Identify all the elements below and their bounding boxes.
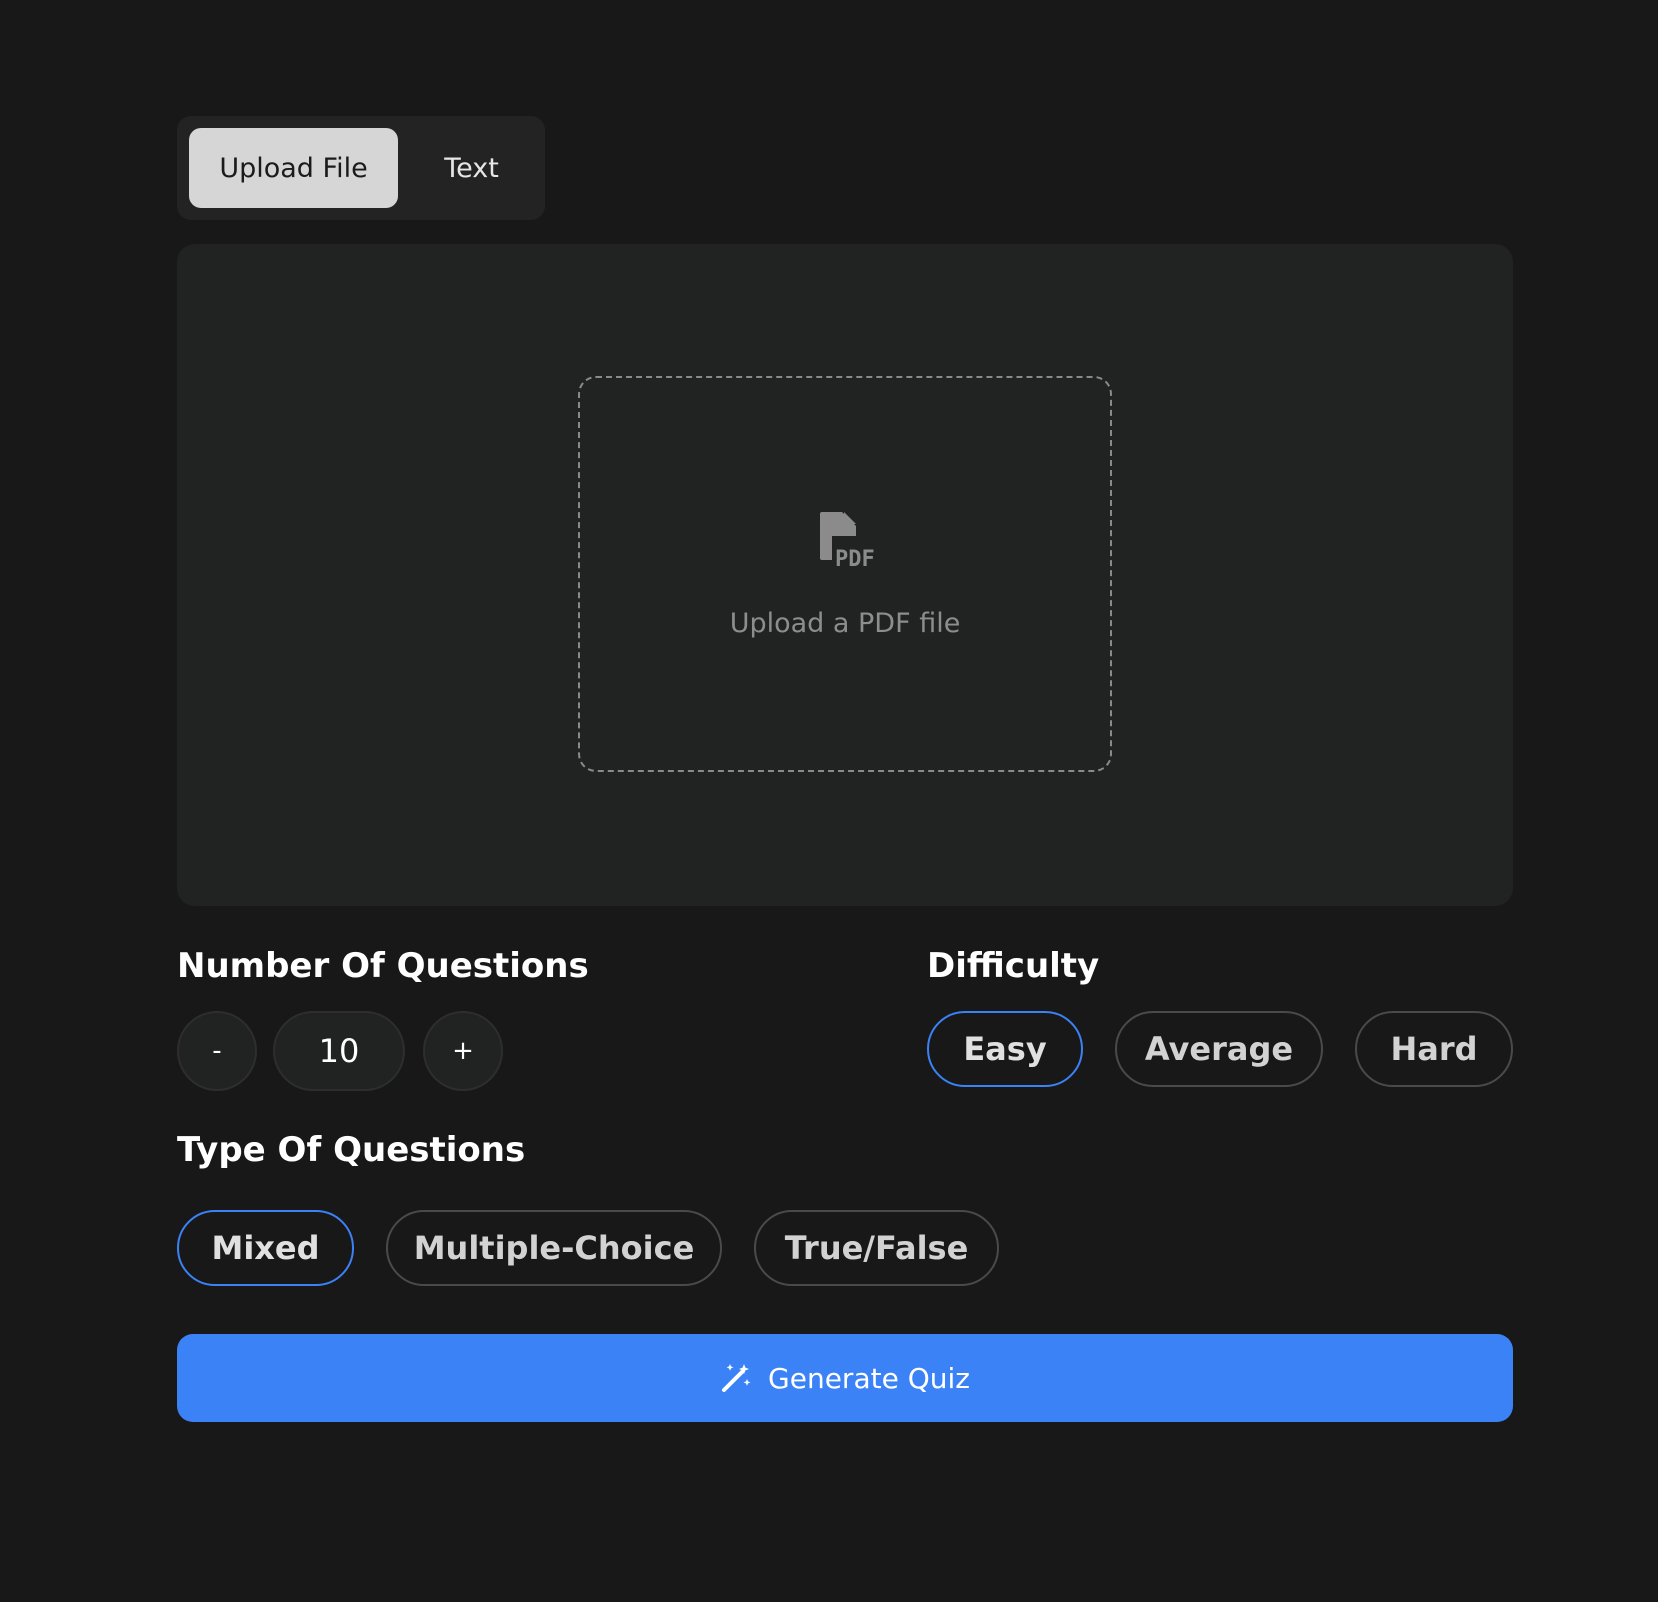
svg-text:PDF: PDF [835,547,875,572]
difficulty-easy-option[interactable]: Easy [927,1011,1083,1087]
type-multiple-choice-option[interactable]: Multiple-Choice [386,1210,722,1286]
question-count-input[interactable]: 10 [273,1011,405,1091]
tab-upload-file[interactable]: Upload File [189,128,398,208]
decrement-button[interactable]: - [177,1011,257,1091]
generate-quiz-label: Generate Quiz [768,1361,970,1395]
difficulty-hard-option[interactable]: Hard [1355,1011,1513,1087]
type-true-false-option[interactable]: True/False [754,1210,999,1286]
pdf-file-icon: PDF [820,512,875,572]
number-of-questions-title: Number Of Questions [177,946,589,986]
upload-prompt: Upload a PDF file [729,608,961,639]
type-mixed-option[interactable]: Mixed [177,1210,354,1286]
difficulty-title: Difficulty [927,946,1100,986]
pdf-dropzone[interactable]: PDF Upload a PDF file [578,376,1112,772]
type-of-questions-title: Type Of Questions [177,1130,526,1170]
generate-quiz-button[interactable]: Generate Quiz [177,1334,1513,1422]
input-mode-tabs: Upload File Text [177,116,545,220]
magic-wand-icon [722,1364,751,1392]
upload-panel: PDF Upload a PDF file [177,244,1513,906]
increment-button[interactable]: + [423,1011,503,1091]
quiz-generator-form: Upload File Text PDF Upload a PDF file N… [177,116,1513,1422]
difficulty-average-option[interactable]: Average [1115,1011,1323,1087]
tab-text[interactable]: Text [398,128,545,208]
